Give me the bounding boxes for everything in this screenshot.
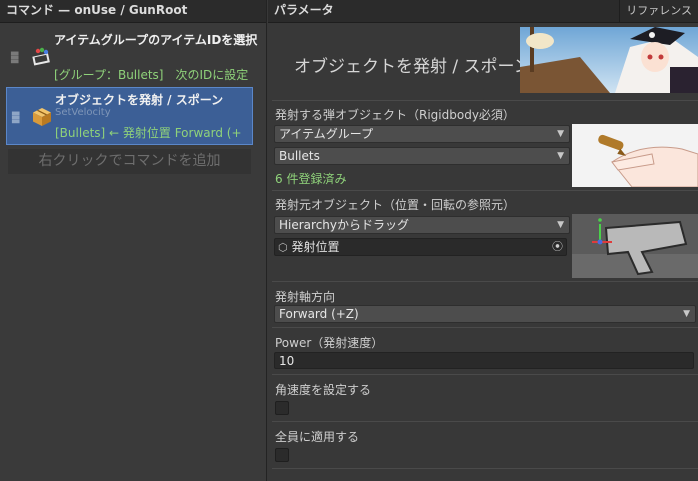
command-subtitle: SetVelocity [55, 107, 111, 118]
object-picker-icon[interactable]: ⦿ [552, 239, 563, 255]
chevron-down-icon: ▼ [683, 309, 690, 319]
item-group-dropdown[interactable]: Bullets ▼ [274, 147, 570, 165]
pirate-character-image [520, 27, 698, 93]
origin-object-value: 発射位置 [291, 240, 340, 254]
command-title: オブジェクトを発射 / スポーン [55, 93, 224, 107]
box-package-icon [33, 108, 51, 126]
origin-object-field[interactable]: ⬡ 発射位置 ⦿ [274, 238, 567, 256]
item-group-value: Bullets [279, 149, 320, 163]
command-detail: [グループ：Bullets] 次のIDに設定 [54, 68, 249, 82]
add-command-button[interactable]: 右クリックでコマンドを追加 [8, 149, 251, 174]
divider [272, 374, 698, 375]
origin-mode-value: Hierarchyからドラッグ [279, 218, 410, 232]
divider [272, 190, 698, 191]
apply-all-checkbox[interactable] [275, 448, 289, 462]
drag-handle-icon[interactable]: ▬ ▬ ▬ [10, 49, 20, 67]
projectile-source-value: アイテムグループ [279, 127, 374, 141]
bullet-hand-thumbnail [572, 124, 698, 187]
parameters-panel: パラメータ リファレンス オブジェクトを発射 / スポーン 発射する弾オブジェク… [268, 0, 698, 481]
divider [272, 327, 698, 328]
power-label: Power（発射速度） [275, 336, 384, 350]
item-group-icon [32, 47, 50, 66]
parameters-title: パラメータ [274, 3, 334, 17]
command-list-panel: コマンド — onUse / GunRoot ▬ ▬ ▬ アイテムグループのアイテム… [0, 0, 267, 481]
angular-velocity-label: 角速度を設定する [275, 383, 372, 397]
command-item-fire-object[interactable]: ▬ ▬ ▬ オブジェクトを発射 / スポーン SetVelocity [Bullet… [6, 87, 253, 145]
drag-handle-icon[interactable]: ▬ ▬ ▬ [11, 109, 21, 127]
projectile-source-dropdown[interactable]: アイテムグループ ▼ [274, 125, 570, 143]
chevron-down-icon: ▼ [557, 151, 564, 161]
registered-count: 6 件登録済み [275, 172, 347, 186]
origin-mode-dropdown[interactable]: Hierarchyからドラッグ ▼ [274, 216, 570, 234]
origin-label: 発射元オブジェクト（位置・回転の参照元） [275, 198, 516, 212]
axis-label: 発射軸方向 [275, 290, 336, 304]
apply-all-label: 全員に適用する [275, 430, 360, 444]
power-input[interactable]: 10 [274, 352, 694, 369]
axis-dropdown[interactable]: Forward (+Z) ▼ [274, 305, 696, 323]
divider [272, 100, 698, 101]
gameobject-icon: ⬡ [278, 241, 288, 254]
reference-button[interactable]: リファレンス [619, 0, 698, 22]
command-list-header: コマンド — onUse / GunRoot [0, 0, 266, 23]
divider [272, 421, 698, 422]
parameters-header: パラメータ リファレンス [268, 0, 698, 23]
chevron-down-icon: ▼ [557, 220, 564, 230]
command-title: アイテムグループのアイテムIDを選択 [54, 33, 258, 47]
projectile-label: 発射する弾オブジェクト（Rigidbody必須） [275, 108, 515, 122]
divider [272, 468, 698, 469]
axis-value: Forward (+Z) [279, 307, 359, 321]
chevron-down-icon: ▼ [557, 129, 564, 139]
gun-model-thumbnail [572, 214, 698, 278]
command-detail: [Bullets] ← 発射位置 Forward (+ [55, 126, 242, 140]
angular-velocity-checkbox[interactable] [275, 401, 289, 415]
command-heading: オブジェクトを発射 / スポーン [294, 57, 531, 77]
command-item-select-item-id[interactable]: ▬ ▬ ▬ アイテムグループのアイテムIDを選択 [グループ：Bullets] 次の… [6, 28, 257, 85]
divider [272, 281, 698, 282]
